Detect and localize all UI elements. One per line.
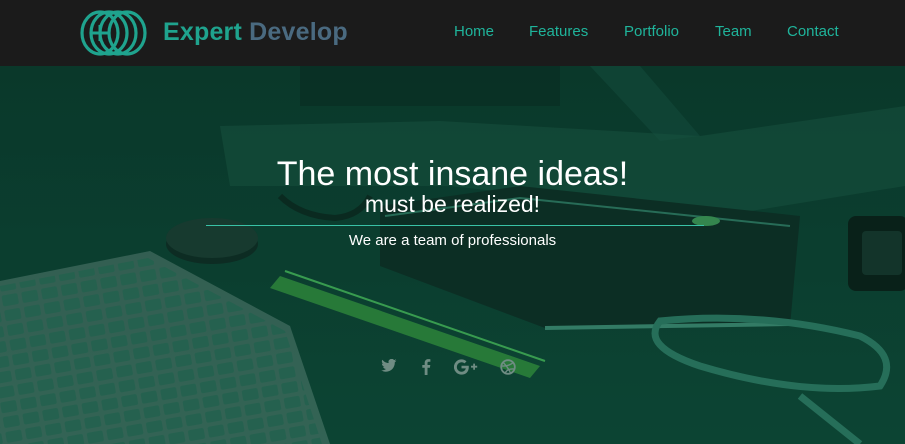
google-plus-icon[interactable] [453,359,479,377]
nav-contact-link[interactable]: Contact [787,23,839,40]
hero-tagline: We are a team of professionals [348,232,557,249]
social-links [0,358,905,379]
facebook-icon[interactable] [415,359,437,377]
hero-title: The most insane ideas! [276,155,629,193]
twitter-icon[interactable] [378,358,400,377]
nav-home-link[interactable]: Home [454,23,494,40]
landing-page: Expert Develop Home Features Portfolio T… [0,0,905,444]
hero-subtitle: must be realized! [364,191,541,217]
hero-background-image [0,66,905,444]
main-nav: Home Features Portfolio Team Contact [0,23,905,43]
nav-portfolio-link[interactable]: Portfolio [624,23,679,40]
hero-section: The most insane ideas! must be realized!… [0,66,905,444]
dribbble-icon[interactable] [497,359,519,377]
nav-team-link[interactable]: Team [715,23,752,40]
navbar: Expert Develop Home Features Portfolio T… [0,0,905,66]
hero-divider [206,225,704,226]
nav-features-link[interactable]: Features [529,23,588,40]
